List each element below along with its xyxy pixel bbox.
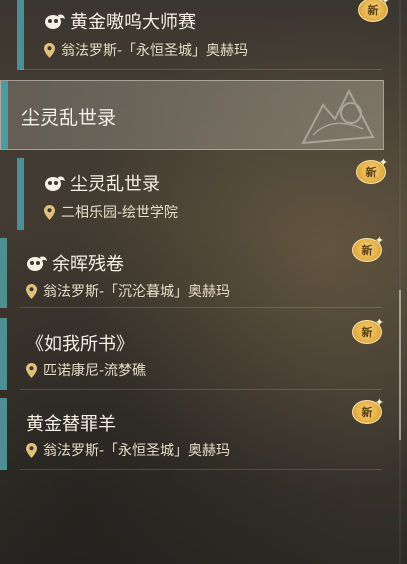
item-location: 二相乐园-绘世学院 [44,202,178,222]
item-location: 匹诺康尼-流梦礁 [26,360,146,380]
list-item[interactable]: 余晖残卷 翁法罗斯-「沉沦暮城」奥赫玛 新 ✦ [0,234,384,308]
list-item[interactable]: 黄金嗷呜大师赛 翁法罗斯-「永恒圣城」奥赫玛 新 ✦ [0,0,390,70]
item-location: 翁法罗斯-「永恒圣城」奥赫玛 [26,440,230,460]
list-item[interactable]: 黄金替罪羊 翁法罗斯-「永恒圣城」奥赫玛 新 ✦ [0,396,384,470]
scrollbar-track[interactable] [399,0,401,564]
item-title-text: 黄金替罪羊 [26,414,116,435]
item-location: 翁法罗斯-「沉沦暮城」奥赫玛 [26,281,230,301]
pin-icon [26,362,37,378]
item-title: 尘灵乱世录 [44,170,160,196]
pin-icon [26,442,37,458]
accent-bar [0,398,7,470]
item-location-text: 翁法罗斯-「永恒圣城」奥赫玛 [61,43,249,59]
section-header[interactable]: 尘灵乱世录 [0,80,384,150]
mask-icon [45,14,65,29]
section-emblem-icon [301,88,375,145]
sparkle-icon: ✦ [378,156,388,169]
pin-icon [26,283,37,299]
item-title: 黄金嗷呜大师赛 [44,8,196,34]
pin-icon [44,42,55,58]
mask-icon [27,256,47,271]
sparkle-icon: ✦ [374,396,384,409]
item-location-text: 翁法罗斯-「永恒圣城」奥赫玛 [43,443,231,459]
sparkle-icon: ✦ [374,234,384,247]
event-list: 黄金嗷呜大师赛 翁法罗斯-「永恒圣城」奥赫玛 新 ✦ 尘灵乱世录 尘灵乱世录 二… [0,0,400,564]
section-title: 尘灵乱世录 [21,107,117,129]
item-title-text: 黄金嗷呜大师赛 [70,12,196,33]
item-title: 余晖残卷 [26,250,124,276]
item-title-text: 《如我所书》 [26,334,134,355]
accent-bar [0,238,7,308]
new-badge: 新 ✦ [358,0,390,24]
list-item[interactable]: 《如我所书》 匹诺康尼-流梦礁 新 ✦ [0,316,384,390]
item-title-text: 余晖残卷 [52,254,124,275]
new-badge: 新 ✦ [352,316,384,346]
item-location-text: 二相乐园-绘世学院 [61,205,179,221]
accent-bar [1,81,8,149]
divider [20,307,382,308]
item-title-text: 尘灵乱世录 [70,174,160,195]
scrollbar-thumb[interactable] [399,290,401,440]
new-badge: 新 ✦ [352,396,384,426]
item-location: 翁法罗斯-「永恒圣城」奥赫玛 [44,40,248,60]
divider [20,69,382,70]
divider [20,469,382,470]
item-title: 《如我所书》 [26,330,134,356]
sparkle-icon: ✦ [380,0,390,7]
divider [20,389,382,390]
item-location-text: 匹诺康尼-流梦礁 [43,363,147,379]
new-badge: 新 ✦ [352,234,384,264]
sparkle-icon: ✦ [374,316,384,329]
pin-icon [44,204,55,220]
item-location-text: 翁法罗斯-「沉沦暮城」奥赫玛 [43,284,231,300]
accent-bar [17,158,24,230]
accent-bar [0,318,7,390]
accent-bar [17,0,24,70]
list-item[interactable]: 尘灵乱世录 二相乐园-绘世学院 新 ✦ [0,156,388,230]
mask-icon [45,176,65,191]
item-title: 黄金替罪羊 [26,410,116,436]
new-badge: 新 ✦ [356,156,388,186]
